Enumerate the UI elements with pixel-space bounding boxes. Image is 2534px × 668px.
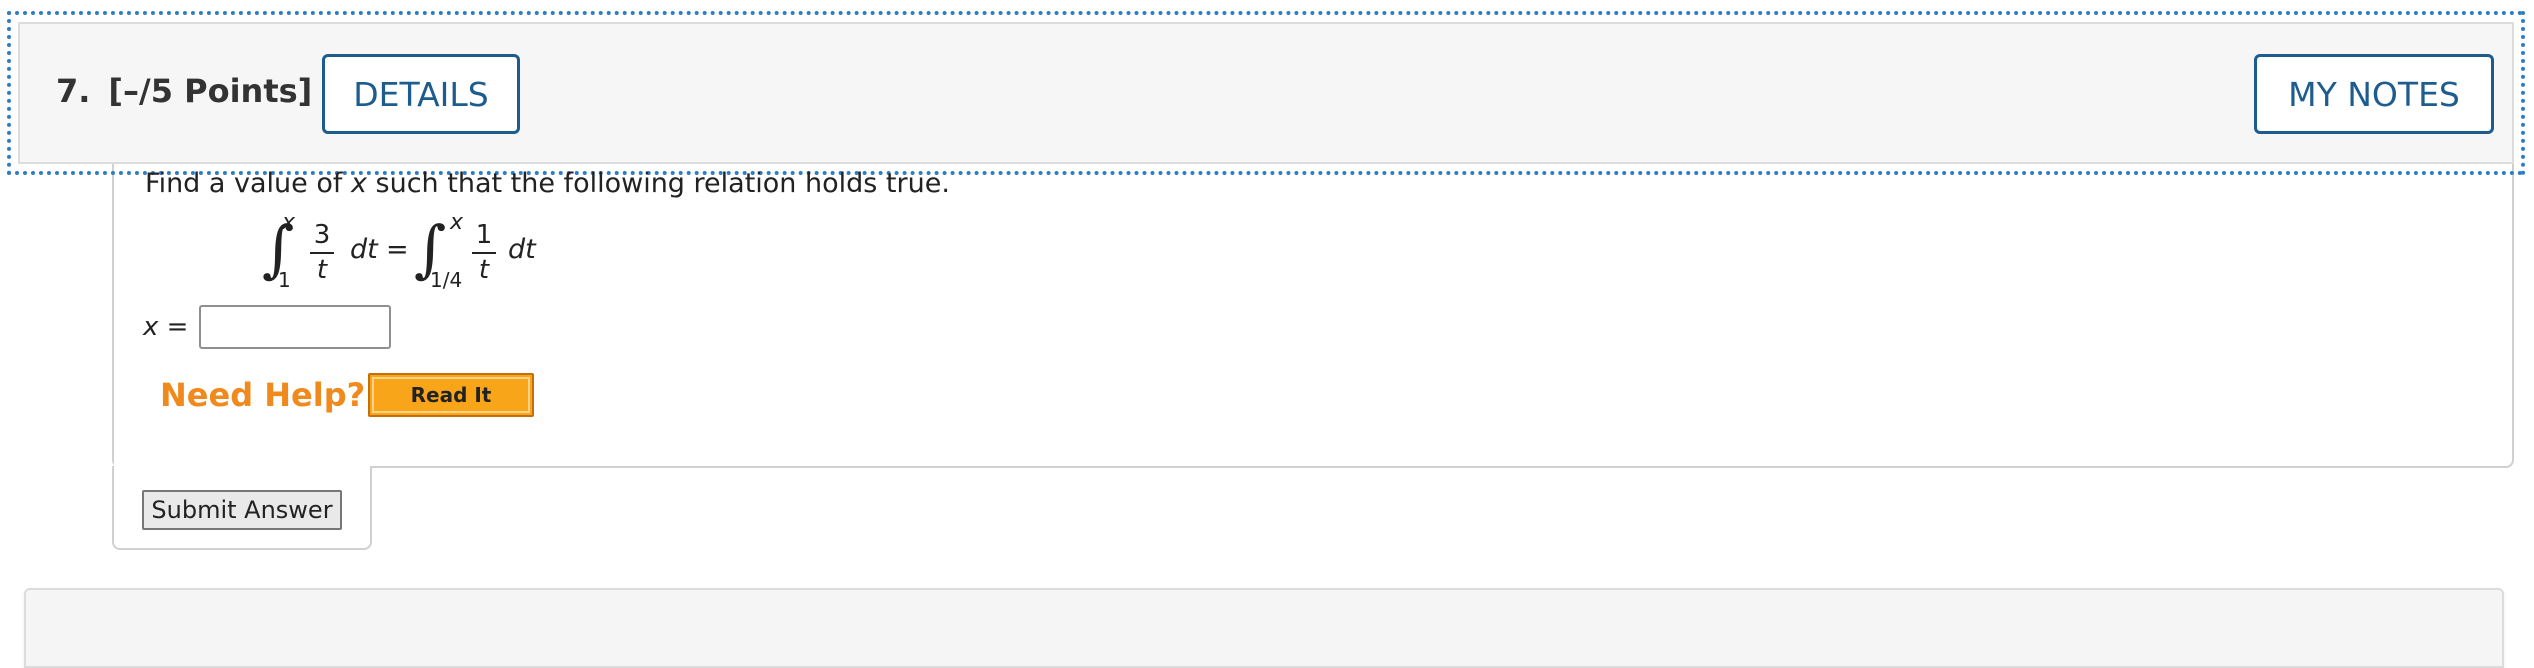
answer-input[interactable] [199,305,391,349]
question-header: 7. [–/5 Points] DETAILS MY NOTES [7,11,2525,175]
answer-equals: = [166,312,189,342]
need-help-label: Need Help? [160,376,366,414]
right-fraction-bar [472,252,496,254]
right-differential: dt [508,234,536,265]
question-number: 7. [–/5 Points] [56,72,312,110]
answer-variable: x [143,312,159,342]
right-fraction: 1 t [472,222,496,283]
left-denominator: t [316,255,328,285]
prompt-variable: x [350,168,367,199]
left-upper-limit: x [282,210,296,235]
submit-answer-button[interactable]: Submit Answer [142,490,342,530]
question-body-divider-mask [114,462,370,470]
question-prompt: Find a value of x such that the followin… [145,168,950,199]
right-upper-limit: x [450,210,464,235]
left-numerator: 3 [313,220,331,250]
read-it-button[interactable]: Read It [368,373,534,417]
equals-sign: = [386,234,409,265]
left-lower-limit: 1 [278,268,291,292]
right-denominator: t [478,255,490,285]
prompt-suffix: such that the following relation holds t… [366,168,950,199]
question-points: [–/5 Points] [108,72,313,110]
right-numerator: 1 [475,220,493,250]
left-differential: dt [350,234,378,265]
left-fraction-bar [310,252,334,254]
details-button[interactable]: DETAILS [322,54,520,134]
my-notes-button[interactable]: MY NOTES [2254,54,2494,134]
right-lower-limit: 1/4 [430,268,463,292]
question-number-value: 7. [56,72,91,110]
next-question-card [24,588,2504,668]
answer-label: x = [143,312,188,342]
left-fraction: 3 t [310,222,334,283]
integral-equation: ∫ x 1 3 t dt = ∫ x 1/4 1 t dt [262,210,562,300]
prompt-prefix: Find a value of [145,168,351,199]
